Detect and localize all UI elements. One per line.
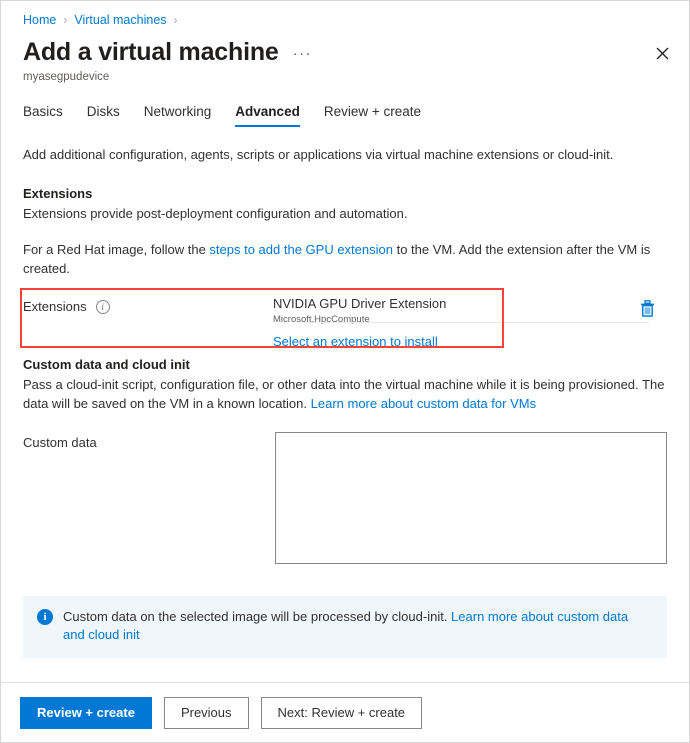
- wizard-footer: Review + create Previous Next: Review + …: [1, 682, 689, 742]
- cloud-init-info-banner: i Custom data on the selected image will…: [23, 596, 667, 658]
- extensions-divider: [298, 322, 649, 323]
- extensions-field-label: Extensions: [23, 299, 87, 314]
- tab-networking[interactable]: Networking: [144, 103, 212, 127]
- review-create-button[interactable]: Review + create: [20, 696, 152, 729]
- custom-data-heading: Custom data and cloud init: [23, 357, 190, 372]
- custom-data-description: Pass a cloud-init script, configuration …: [23, 375, 667, 413]
- tab-basics[interactable]: Basics: [23, 103, 63, 127]
- breadcrumb: Home › Virtual machines ›: [1, 1, 689, 28]
- breadcrumb-separator-icon: ›: [63, 13, 68, 27]
- page-subtitle: myasegpudevice: [23, 71, 110, 83]
- extensions-field-label-group: Extensions i: [23, 296, 273, 316]
- extensions-value-column: NVIDIA GPU Driver Extension Microsoft.Hp…: [273, 296, 667, 351]
- extensions-description: Extensions provide post-deployment confi…: [23, 206, 408, 221]
- selected-extension-publisher: Microsoft.HpcCompute: [273, 314, 370, 325]
- close-icon[interactable]: [648, 39, 676, 67]
- extensions-field-row: Extensions i NVIDIA GPU Driver Extension…: [23, 288, 667, 351]
- cloud-init-info-banner-text: Custom data on the selected image will b…: [63, 608, 643, 644]
- wizard-tabs: Basics Disks Networking Advanced Review …: [1, 85, 689, 127]
- delete-extension-icon[interactable]: [634, 295, 660, 321]
- more-options-icon[interactable]: ···: [293, 46, 313, 61]
- select-extension-link[interactable]: Select an extension to install: [273, 333, 438, 351]
- banner-text-prefix: Custom data on the selected image will b…: [63, 609, 452, 624]
- info-circle-icon: i: [37, 609, 53, 625]
- page-title: Add a virtual machine: [23, 38, 279, 66]
- tab-panel-advanced: Add additional configuration, agents, sc…: [1, 145, 689, 658]
- custom-data-field-row: Custom data: [23, 432, 667, 564]
- selected-extension-name: NVIDIA GPU Driver Extension: [273, 296, 447, 311]
- tab-review-create[interactable]: Review + create: [324, 103, 421, 127]
- custom-data-field-label: Custom data: [23, 435, 97, 450]
- custom-data-learn-more-link[interactable]: Learn more about custom data for VMs: [311, 396, 536, 411]
- advanced-intro-text: Add additional configuration, agents, sc…: [23, 147, 614, 162]
- red-hat-note: For a Red Hat image, follow the steps to…: [23, 240, 663, 278]
- tab-disks[interactable]: Disks: [87, 103, 120, 127]
- breadcrumb-item-home[interactable]: Home: [23, 12, 56, 28]
- extensions-heading: Extensions: [23, 186, 93, 201]
- previous-button[interactable]: Previous: [163, 696, 249, 729]
- red-hat-note-prefix: For a Red Hat image, follow the: [23, 242, 210, 257]
- breadcrumb-separator-icon: ›: [173, 13, 178, 27]
- tab-advanced[interactable]: Advanced: [235, 103, 300, 127]
- gpu-extension-steps-link[interactable]: steps to add the GPU extension: [209, 242, 393, 257]
- info-icon[interactable]: i: [95, 300, 110, 314]
- custom-data-description-line1: Pass a cloud-init script, configuration …: [23, 377, 639, 392]
- extensions-field-wrapper: Extensions i NVIDIA GPU Driver Extension…: [20, 288, 667, 351]
- page-title-row: Add a virtual machine ···: [1, 28, 689, 67]
- breadcrumb-item-virtual-machines[interactable]: Virtual machines: [74, 12, 166, 28]
- next-review-create-button[interactable]: Next: Review + create: [260, 696, 423, 729]
- add-virtual-machine-blade: Home › Virtual machines › Add a virtual …: [0, 0, 690, 743]
- custom-data-input[interactable]: [274, 432, 667, 564]
